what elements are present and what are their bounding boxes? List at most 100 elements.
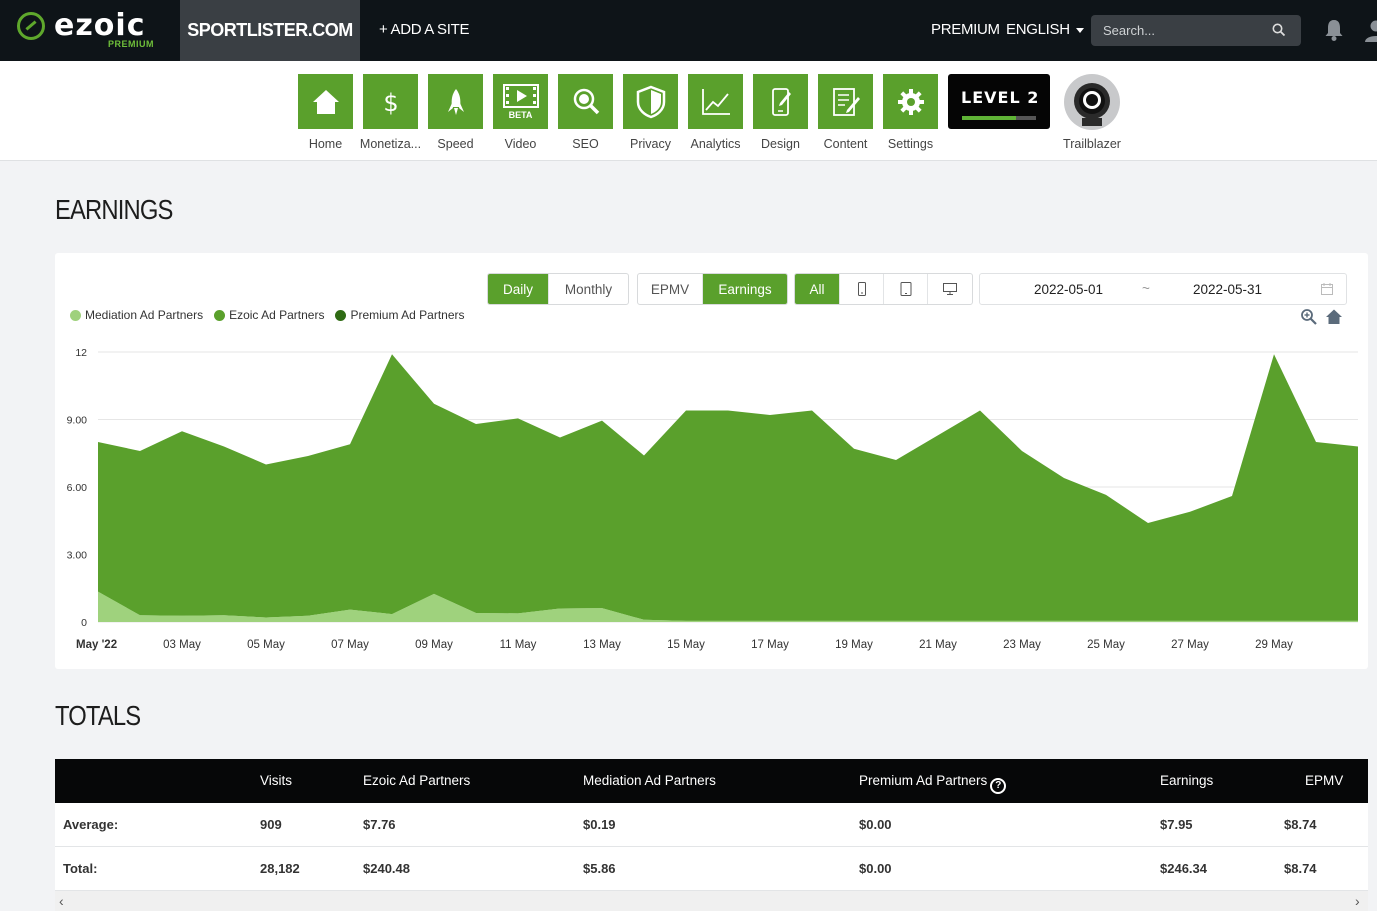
table-cell: $8.74 [1284,817,1317,832]
mobile-edit-icon [753,74,808,129]
astronaut-icon [1074,83,1110,126]
totals-title: TOTALS [55,700,141,731]
legend-dot [214,309,226,321]
earnings-card: Daily Monthly EPMV Earnings All 2022-05-… [55,253,1368,669]
table-cell: Average: [63,817,119,832]
table-cell: $0.00 [859,861,892,876]
table-cell: 909 [260,817,282,832]
column-header[interactable]: Mediation Ad Partners [583,759,716,803]
table-cell: $0.00 [859,817,892,832]
chart-legend: Mediation Ad Partners Ezoic Ad Partners … [70,308,476,322]
date-separator: ~ [1142,281,1150,296]
x-tick-label: 13 May [583,639,621,651]
x-tick-label: 21 May [919,639,957,651]
all-devices-button[interactable]: All [795,274,840,304]
x-tick-label: 03 May [163,639,201,651]
app-toolbar: Home $ Monetiza... Speed BETA Video SEO … [0,61,1377,161]
language-label: ENGLISH [1006,21,1070,38]
earnings-button[interactable]: Earnings [703,274,787,304]
table-cell: $8.74 [1284,861,1317,876]
home-icon [298,74,353,129]
svg-text:$: $ [383,89,398,117]
table-cell: 28,182 [260,861,300,876]
x-tick-label: 17 May [751,639,789,651]
epmv-button[interactable]: EPMV [638,274,703,304]
x-tick-label: 19 May [835,639,873,651]
rocket-icon [428,74,483,129]
toolbar-item-video[interactable]: BETA Video [493,74,548,151]
add-site-link[interactable]: + ADD A SITE [379,21,470,38]
site-selector[interactable]: SPORTLISTER.COM [180,0,360,61]
x-tick-label: 23 May [1003,639,1041,651]
help-icon[interactable]: ? [990,778,1007,794]
table-cell: $246.34 [1160,861,1207,876]
toolbar-label: Settings [887,137,934,151]
calendar-icon[interactable] [1321,283,1333,295]
legend-item-mediation[interactable]: Mediation Ad Partners [70,308,203,322]
earnings-area-chart: 0 3.00 6.00 9.00 12 May '22 03 May 05 May 07 May… [67,347,1358,651]
trailblazer-avatar[interactable] [1064,74,1120,130]
column-header[interactable]: Visits [260,759,292,803]
x-tick-label: 05 May [247,639,285,651]
column-header-premium[interactable]: Premium Ad Partners? [859,759,1007,803]
x-tick-label: 15 May [667,639,705,651]
legend-label: Mediation Ad Partners [85,308,204,322]
desktop-button[interactable] [928,274,972,304]
table-cell: Total: [63,861,98,876]
top-nav-bar: ezoic PREMIUM SPORTLISTER.COM + ADD A SI… [0,0,1377,61]
x-tick-label: 07 May [331,639,369,651]
scroll-right-icon[interactable]: › [1355,893,1360,909]
desktop-icon [943,283,957,295]
tablet-button[interactable] [884,274,928,304]
level-label: LEVEL 2 [961,88,1040,107]
daily-button[interactable]: Daily [488,274,549,304]
search-input[interactable] [1091,15,1301,46]
premium-link[interactable]: PREMIUM [931,21,1000,38]
column-header[interactable]: EPMV [1305,759,1343,803]
metric-toggle: EPMV Earnings [637,273,788,305]
y-tick-label: 0 [81,617,87,629]
toolbar-item-seo[interactable]: SEO [558,74,613,151]
toolbar-item-settings[interactable]: Settings [883,74,938,151]
column-header[interactable]: Earnings [1160,759,1213,803]
logo-subtitle: PREMIUM [108,39,154,49]
horizontal-scrollbar[interactable]: ‹ › [55,891,1368,911]
search-icon[interactable] [1271,22,1287,38]
mobile-button[interactable] [840,274,884,304]
toolbar-item-content[interactable]: Content [818,74,873,151]
period-toggle: Daily Monthly [487,273,629,305]
date-from[interactable]: 2022-05-01 [1034,282,1103,297]
y-tick-label: 3.00 [67,550,88,562]
table-header: Visits Ezoic Ad Partners Mediation Ad Pa… [55,759,1368,803]
column-header[interactable]: Ezoic Ad Partners [363,759,470,803]
legend-item-premium[interactable]: Premium Ad Partners [335,308,465,322]
zoom-icon[interactable] [1300,308,1318,326]
table-row-average: Average: 909 $7.76 $0.19 $0.00 $7.95 $8.… [55,803,1368,847]
legend-label: Premium Ad Partners [350,308,465,322]
shield-icon [623,74,678,129]
reset-zoom-home-icon[interactable] [1325,308,1343,326]
toolbar-item-analytics[interactable]: Analytics [688,74,743,151]
bell-icon[interactable] [1322,17,1346,43]
toolbar-item-privacy[interactable]: Privacy [623,74,678,151]
level-progress-fill [962,116,1017,120]
ezoic-logo[interactable]: ezoic PREMIUM [14,8,164,54]
toolbar-item-speed[interactable]: Speed [428,74,483,151]
tablet-icon [900,282,911,296]
date-range-picker[interactable]: 2022-05-01 ~ 2022-05-31 [979,273,1347,305]
monthly-button[interactable]: Monthly [549,274,628,304]
date-to[interactable]: 2022-05-31 [1193,282,1262,297]
language-dropdown[interactable]: ENGLISH [1006,21,1084,38]
toolbar-item-design[interactable]: Design [753,74,808,151]
dollar-icon: $ [363,74,418,129]
toolbar-item-home[interactable]: Home [298,74,353,151]
user-icon[interactable] [1362,18,1377,42]
earnings-title: EARNINGS [55,194,173,225]
scroll-left-icon[interactable]: ‹ [59,893,64,909]
legend-item-ezoic[interactable]: Ezoic Ad Partners [214,308,324,322]
level-badge[interactable]: LEVEL 2 [948,74,1050,129]
video-icon: BETA [493,74,548,129]
document-edit-icon [818,74,873,129]
toolbar-item-monetization[interactable]: $ Monetiza... [360,74,421,151]
magnifier-icon [558,74,613,129]
